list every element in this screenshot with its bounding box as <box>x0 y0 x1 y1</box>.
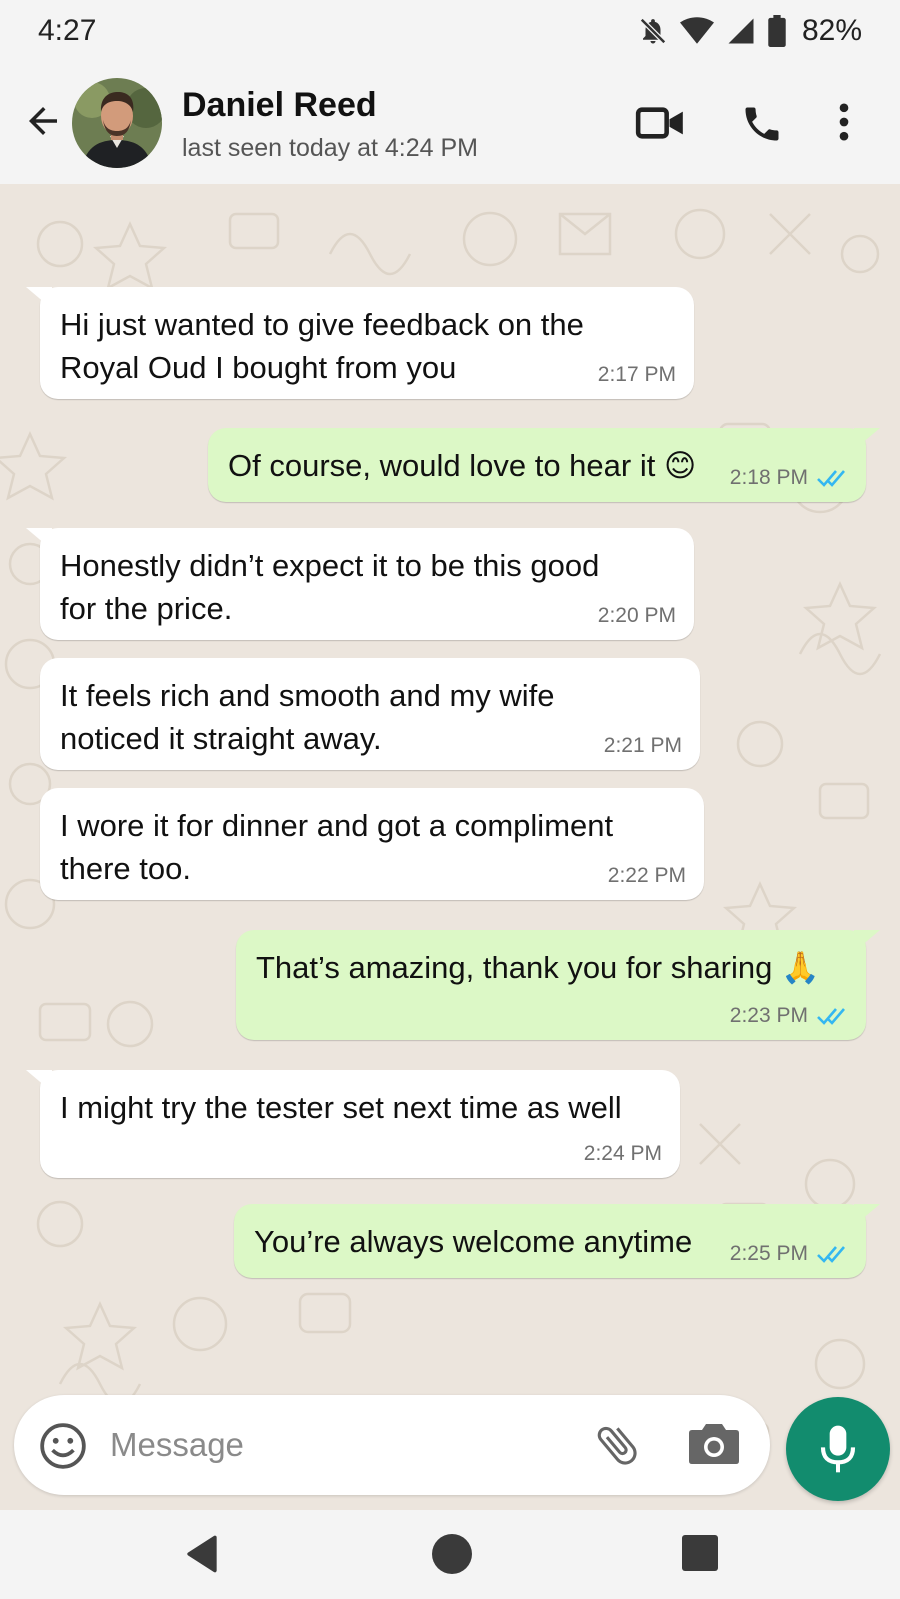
message-meta: 2:20 PM <box>598 604 676 628</box>
avatar[interactable] <box>72 78 162 168</box>
battery-icon <box>768 15 786 47</box>
message-bubble-incoming[interactable]: Hi just wanted to give feedback on the R… <box>26 287 694 399</box>
last-seen-status: last seen today at 4:24 PM <box>182 134 479 162</box>
microphone-icon <box>820 1425 856 1473</box>
message-meta: 2:23 PM <box>730 1004 848 1028</box>
system-nav-bar <box>0 1510 900 1599</box>
message-text: Hi just wanted to give feedback on the <box>60 307 584 342</box>
message-time: 2:20 PM <box>597 604 676 627</box>
status-time: 4:27 <box>38 14 97 47</box>
nav-home-icon[interactable] <box>432 1534 472 1574</box>
message-text: That’s amazing, thank you for sharing 🙏 <box>256 950 820 985</box>
message-meta: 2:17 PM <box>598 363 676 387</box>
nav-back-icon[interactable] <box>180 1532 224 1576</box>
message-meta: 2:18 PM <box>730 466 848 490</box>
message-time: 2:22 PM <box>607 864 686 887</box>
message-text: I might try the tester set next time as … <box>60 1090 622 1125</box>
message-bubble-outgoing[interactable]: You’re always welcome anytime 2:25 PM <box>234 1204 880 1278</box>
bubble-tail <box>26 1070 52 1092</box>
message-text: I wore it for dinner and got a complimen… <box>60 808 614 843</box>
avatar-image <box>72 78 162 168</box>
message-input[interactable] <box>110 1419 550 1471</box>
message-bubble-incoming[interactable]: I might try the tester set next time as … <box>26 1070 680 1178</box>
message-text: for the price. <box>60 591 233 626</box>
read-ticks-icon <box>817 1246 845 1263</box>
bubble-tail <box>854 428 880 450</box>
message-time: 2:17 PM <box>597 363 676 386</box>
battery-percent: 82% <box>801 14 862 47</box>
read-ticks-icon <box>817 470 845 487</box>
mute-bell-icon <box>639 17 666 45</box>
phone-icon[interactable] <box>740 102 784 146</box>
message-text: Royal Oud I bought from you <box>60 350 457 385</box>
bubble-tail <box>26 287 52 309</box>
nav-recents-icon[interactable] <box>682 1535 718 1571</box>
message-time: 2:21 PM <box>603 734 682 757</box>
message-text: noticed it straight away. <box>60 721 382 756</box>
wifi-icon <box>679 17 714 44</box>
message-composer <box>14 1395 770 1495</box>
message-meta: 2:21 PM <box>604 734 682 758</box>
voice-record-button[interactable] <box>786 1397 890 1501</box>
more-options-icon[interactable] <box>836 102 852 142</box>
read-ticks-icon <box>817 1008 845 1025</box>
status-bar: 4:27 82% <box>0 0 900 62</box>
message-text: It feels rich and smooth and my wife <box>60 678 555 713</box>
video-call-icon[interactable] <box>634 104 686 142</box>
message-bubble-outgoing[interactable]: That’s amazing, thank you for sharing 🙏 … <box>236 930 880 1040</box>
message-bubble-incoming[interactable]: It feels rich and smooth and my wife not… <box>40 658 700 770</box>
bubble-tail <box>854 1204 880 1226</box>
bubble-tail <box>26 528 52 550</box>
message-time: 2:24 PM <box>583 1142 662 1165</box>
message-meta: 2:25 PM <box>730 1242 848 1266</box>
message-meta: 2:22 PM <box>608 864 686 888</box>
message-time: 2:23 PM <box>729 1004 808 1027</box>
message-bubble-incoming[interactable]: Honestly didn’t expect it to be this goo… <box>26 528 694 640</box>
message-time: 2:18 PM <box>729 466 808 489</box>
chat-header: Daniel Reed last seen today at 4:24 PM <box>0 62 900 184</box>
camera-icon[interactable] <box>688 1421 740 1467</box>
message-meta: 2:24 PM <box>584 1142 662 1166</box>
chat-area[interactable]: Hi just wanted to give feedback on the R… <box>0 184 900 1510</box>
message-text: there too. <box>60 851 191 886</box>
message-bubble-outgoing[interactable]: Of course, would love to hear it 😊 2:18 … <box>208 428 880 502</box>
contact-name[interactable]: Daniel Reed <box>182 86 377 125</box>
emoji-icon[interactable] <box>38 1421 88 1471</box>
bubble-tail <box>854 930 880 952</box>
back-arrow-icon[interactable] <box>22 100 64 142</box>
status-icons: 82% <box>638 14 862 48</box>
signal-icon <box>728 18 754 44</box>
message-bubble-incoming[interactable]: I wore it for dinner and got a complimen… <box>40 788 704 900</box>
attachment-icon[interactable] <box>592 1417 642 1473</box>
message-time: 2:25 PM <box>729 1242 808 1265</box>
message-text: Honestly didn’t expect it to be this goo… <box>60 548 600 583</box>
